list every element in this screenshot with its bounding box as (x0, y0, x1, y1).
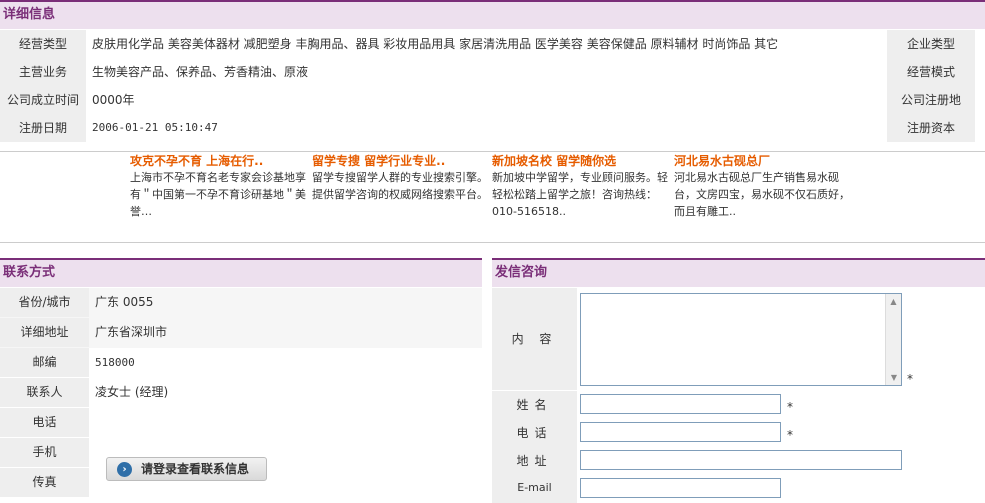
label-address-form: 地址 (492, 447, 577, 475)
label-mobile: 手机 (0, 438, 89, 467)
divider (0, 242, 985, 243)
detail-section-title: 详细信息 (3, 7, 56, 22)
label-founded: 公司成立时间 (0, 86, 86, 114)
inquiry-form: 内 容 ▲ ▼ * 姓名 * 电话 * 地址 E-mail (492, 288, 985, 503)
value-address: 广东省深圳市 (95, 325, 168, 339)
label-business-mode: 经营模式 (887, 58, 975, 86)
label-name: 姓名 (492, 391, 577, 419)
value-postcode: 518000 (95, 356, 135, 369)
label-business-type: 经营类型 (0, 30, 86, 58)
ad-item[interactable]: 河北易水古砚总厂 河北易水古砚总厂生产销售易水砚台，文房四宝，易水砚不仅石质好，… (674, 152, 854, 220)
required-mark: * (787, 400, 793, 414)
label-contact-person: 联系人 (0, 378, 89, 407)
value-province: 广东 0055 (95, 295, 154, 309)
chevron-right-icon: › (117, 462, 132, 477)
address-input[interactable] (580, 450, 902, 470)
ad-title[interactable]: 攻克不孕不育 上海在行.. (130, 152, 310, 169)
content-textarea[interactable]: ▲ ▼ (580, 293, 902, 386)
chevron-up-icon[interactable]: ▲ (886, 294, 901, 309)
phone-input[interactable] (580, 422, 781, 442)
label-registered-place: 公司注册地 (887, 86, 975, 114)
label-province: 省份/城市 (0, 288, 89, 317)
label-registration-date: 注册日期 (0, 114, 86, 142)
inquiry-section-title: 发信咨询 (495, 265, 548, 280)
required-mark: * (907, 372, 913, 386)
ad-text: 河北易水古砚总厂生产销售易水砚台，文房四宝，易水砚不仅石质好，而且有雕工.. (674, 171, 850, 218)
ad-title[interactable]: 河北易水古砚总厂 (674, 152, 854, 169)
ad-title[interactable]: 新加坡名校 留学随你选 (492, 152, 672, 169)
label-phone: 电话 (0, 408, 89, 437)
ad-text: 留学专搜留学人群的专业搜索引擎。提供留学咨询的权威网络搜索平台。 (312, 171, 488, 201)
ad-item[interactable]: 留学专搜 留学行业专业.. 留学专搜留学人群的专业搜索引擎。提供留学咨询的权威网… (312, 152, 492, 203)
label-main-business: 主营业务 (0, 58, 86, 86)
label-address: 详细地址 (0, 318, 89, 347)
value-contact-person: 凌女士 (经理) (95, 385, 169, 399)
contact-table: 省份/城市 广东 0055 详细地址 广东省深圳市 邮编 518000 联系人 … (0, 288, 482, 497)
contact-section-title: 联系方式 (3, 265, 56, 280)
login-to-view-button[interactable]: › 请登录查看联系信息 (106, 457, 267, 481)
value-business-type: 皮肤用化学品 美容美体器材 减肥塑身 丰胸用品、器具 彩妆用品用具 家居清洗用品… (92, 37, 779, 51)
ad-text: 上海市不孕不育名老专家会诊基地享有＂中国第一不孕不育诊研基地＂美誉… (130, 171, 306, 218)
textarea-scrollbar[interactable]: ▲ ▼ (885, 294, 901, 385)
required-mark: * (787, 428, 793, 442)
label-content: 内 容 (492, 288, 577, 390)
contact-section-header: 联系方式 (0, 258, 482, 287)
chevron-down-icon[interactable]: ▼ (886, 370, 902, 385)
label-postcode: 邮编 (0, 348, 89, 377)
login-to-view-label: 请登录查看联系信息 (141, 462, 250, 476)
label-registered-capital: 注册资本 (887, 114, 975, 142)
label-email: E-mail (492, 475, 577, 503)
email-input[interactable] (580, 478, 781, 498)
name-input[interactable] (580, 394, 781, 414)
value-registration-date: 2006-01-21 05:10:47 (92, 121, 218, 134)
ad-item[interactable]: 攻克不孕不育 上海在行.. 上海市不孕不育名老专家会诊基地享有＂中国第一不孕不育… (130, 152, 310, 220)
inquiry-section-header: 发信咨询 (492, 258, 985, 287)
detail-section-header: 详细信息 (0, 0, 985, 29)
ad-item[interactable]: 新加坡名校 留学随你选 新加坡中学留学，专业顾问服务。轻轻松松踏上留学之旅！咨询… (492, 152, 672, 220)
label-enterprise-type: 企业类型 (887, 30, 975, 58)
label-phone-form: 电话 (492, 419, 577, 447)
ad-text: 新加坡中学留学，专业顾问服务。轻轻松松踏上留学之旅！咨询热线：010-51651… (492, 171, 668, 218)
ad-title[interactable]: 留学专搜 留学行业专业.. (312, 152, 492, 169)
value-main-business: 生物美容产品、保养品、芳香精油、原液 (92, 65, 309, 79)
value-founded: 0000年 (92, 93, 135, 107)
